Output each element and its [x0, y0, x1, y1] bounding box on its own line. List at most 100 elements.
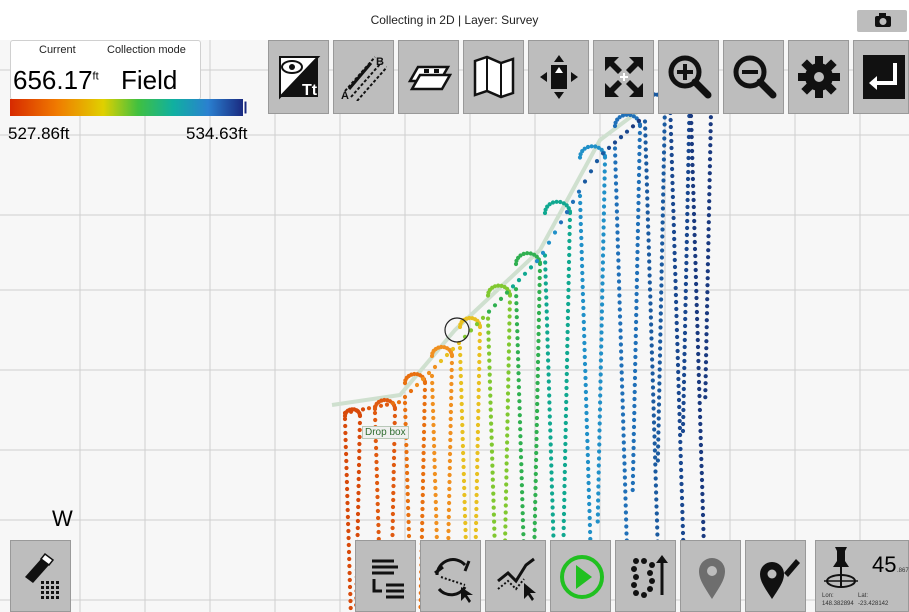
trace-select-button[interactable]: [485, 540, 546, 612]
settings-button[interactable]: [788, 40, 849, 114]
survey-point: [672, 257, 677, 263]
survey-point: [585, 445, 590, 451]
survey-point: [660, 234, 665, 239]
survey-point: [705, 283, 710, 288]
survey-point: [480, 315, 486, 320]
survey-point: [476, 408, 481, 414]
survey-point: [685, 225, 690, 231]
survey-point: [658, 311, 663, 316]
survey-map[interactable]: [0, 40, 909, 612]
survey-point: [447, 458, 452, 464]
clear-points-button[interactable]: [10, 540, 71, 612]
survey-point: [528, 265, 534, 270]
survey-point: [705, 290, 710, 295]
survey-point: [683, 288, 688, 294]
survey-point: [683, 281, 689, 287]
ab-line-icon: B A: [341, 56, 387, 101]
survey-point: [447, 500, 452, 506]
survey-point: [686, 155, 691, 161]
mode-label: Collection mode: [107, 44, 186, 56]
survey-point: [506, 342, 512, 347]
pan-button[interactable]: [528, 40, 589, 114]
survey-point: [447, 493, 452, 499]
survey-point: [704, 346, 709, 351]
survey-point: [708, 136, 713, 141]
survey-point: [682, 372, 687, 378]
survey-point: [422, 408, 427, 414]
survey-point: [672, 250, 677, 256]
survey-point: [430, 387, 435, 393]
survey-point: [600, 274, 605, 279]
survey-point: [535, 380, 540, 386]
survey-point: [421, 443, 426, 449]
camera-button[interactable]: [857, 10, 907, 32]
survey-point: [681, 400, 686, 406]
survey-point: [649, 329, 654, 334]
ab-line-button[interactable]: B A: [333, 40, 394, 114]
play-icon: [560, 555, 604, 599]
zoom-in-button[interactable]: [658, 40, 719, 114]
survey-point: [684, 232, 690, 238]
survey-point: [404, 463, 409, 469]
survey-point: [491, 505, 496, 510]
survey-point: [707, 192, 712, 197]
gps-pin-icon: [824, 547, 858, 588]
layers-button[interactable]: [398, 40, 459, 114]
survey-point: [708, 122, 713, 127]
survey-point: [459, 394, 464, 400]
survey-point: [598, 393, 603, 398]
survey-point: [707, 185, 712, 190]
survey-point: [645, 217, 651, 222]
survey-point: [457, 345, 463, 351]
survey-point: [637, 130, 643, 136]
exit-button[interactable]: [853, 40, 909, 114]
rotate-select-button[interactable]: [420, 540, 481, 612]
survey-point: [619, 377, 625, 382]
survey-point: [473, 534, 478, 540]
survey-point: [357, 448, 362, 454]
survey-point: [594, 159, 600, 164]
survey-point: [446, 521, 451, 527]
route-add-button[interactable]: [615, 540, 676, 612]
survey-point: [657, 353, 663, 358]
survey-point: [581, 298, 586, 304]
survey-point: [631, 438, 636, 444]
survey-point: [474, 499, 479, 505]
survey-point: [347, 563, 352, 569]
marker-button[interactable]: [680, 540, 741, 612]
survey-point: [444, 352, 450, 358]
map-button[interactable]: [463, 40, 524, 114]
survey-point: [536, 345, 541, 351]
survey-point: [635, 256, 640, 262]
survey-point: [505, 426, 510, 431]
survey-point: [566, 266, 572, 272]
map-canvas[interactable]: Drop box: [0, 40, 909, 612]
survey-point: [649, 322, 654, 327]
survey-point: [580, 284, 585, 290]
survey-point: [703, 374, 708, 379]
survey-point: [634, 284, 639, 290]
survey-point: [701, 533, 706, 539]
survey-point: [685, 197, 690, 203]
survey-point: [597, 442, 602, 447]
survey-point: [654, 518, 660, 523]
survey-point: [375, 501, 380, 507]
view-text-button[interactable]: Tt: [268, 40, 329, 114]
survey-point: [533, 499, 538, 505]
fit-extent-button[interactable]: [593, 40, 654, 114]
zoom-out-button[interactable]: [723, 40, 784, 114]
survey-point: [420, 520, 425, 526]
survey-point: [705, 276, 710, 281]
survey-point: [600, 260, 606, 265]
survey-point: [544, 309, 549, 314]
marker-edit-button[interactable]: [745, 540, 806, 612]
survey-point: [616, 258, 621, 263]
align-list-button[interactable]: [355, 540, 416, 612]
play-button[interactable]: [550, 540, 611, 612]
survey-point: [421, 436, 426, 442]
survey-point: [599, 316, 604, 321]
survey-point: [707, 157, 713, 162]
survey-point: [643, 154, 649, 159]
survey-point: [630, 473, 636, 479]
survey-point: [578, 200, 583, 206]
